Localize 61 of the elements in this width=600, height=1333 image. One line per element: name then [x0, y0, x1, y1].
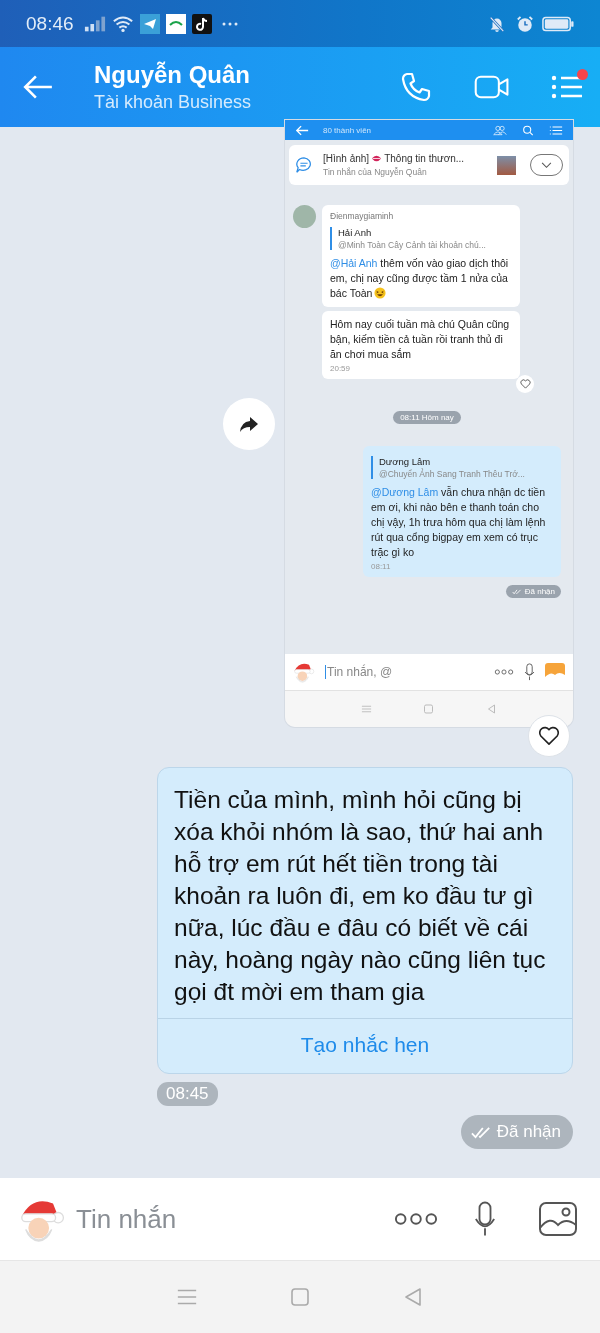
quoted-name: Hải Anh	[338, 227, 373, 238]
expand-button[interactable]	[530, 154, 563, 176]
back-arrow-icon	[295, 124, 309, 136]
message-input-field[interactable]: Tin nhắn, @	[325, 665, 484, 679]
account-type: Tài khoản Business	[94, 92, 253, 113]
microphone-icon	[524, 663, 535, 681]
status-time: 08:46	[26, 12, 74, 35]
speech-bubble-icon	[295, 156, 313, 174]
search-icon	[521, 124, 535, 136]
heart-icon	[519, 379, 531, 389]
message-text: Tiền của mình, mình hỏi cũng bị xóa khỏi nhóm là sao, thứ hai anh hỗ trợ em rút hết tiền trong tài khoản ra luôn đi, em ko đầu tư gì nữa, lúc đầu e đâu có biết về cái này, hoàng ngày nào cũng liên tục gọi đt mời em tham gia	[173, 785, 547, 1007]
people-icon	[493, 124, 507, 136]
double-check-icon	[511, 588, 522, 595]
contact-name: Nguyễn Quân	[94, 61, 251, 89]
pinned-label: [Hình ảnh]	[323, 153, 370, 164]
pinned-subtitle: Tin nhắn của Nguyễn Quân	[323, 167, 428, 177]
chevron-down-icon	[541, 161, 552, 169]
paper-plane-icon	[139, 13, 160, 34]
quoted-text: @Chuyển Ảnh Sang Tranh Thêu Trớ...	[379, 469, 526, 479]
message-time: 08:45	[157, 1082, 218, 1106]
heart-icon	[538, 726, 560, 746]
app-icon	[165, 13, 186, 34]
signal-icon	[83, 14, 106, 33]
member-count: 80 thành viên	[323, 125, 373, 135]
back-arrow-icon	[22, 74, 54, 100]
quoted-text: @Minh Toàn Cây Cảnh tài khoản chú...	[338, 240, 487, 250]
status-text: Đã nhận	[496, 1122, 561, 1142]
microphone-icon[interactable]	[474, 1200, 496, 1238]
battery-icon	[542, 15, 574, 32]
square-icon	[423, 704, 435, 714]
double-check-icon	[470, 1125, 491, 1139]
back-button[interactable]	[22, 74, 54, 100]
message-text: @Dương Lâm vẫn chưa nhận dc tiền em ơi, khi nào bên e thanh toán cho chị vậy, 1h trưa hôm qua chị làm lệnh rút qua cổng bigpay em xem có trục trặc gì ko	[371, 485, 547, 560]
create-reminder-button[interactable]: Tạo nhắc hẹn	[158, 1018, 572, 1073]
message-text: @Hải Anh thêm vốn vào giao dịch thôi em, chị nay cũng được tầm 1 nửa của bác Toàn	[330, 256, 510, 301]
message-time: 20:59	[330, 364, 352, 373]
sender-name: Đienmaygiaminh	[330, 211, 395, 221]
home-square-icon[interactable]	[289, 1287, 311, 1307]
status-text: Đã nhận	[524, 587, 555, 596]
image-icon	[545, 663, 565, 681]
more-icon	[494, 668, 514, 676]
date-divider: 08:11 Hôm nay	[393, 411, 461, 424]
forward-button[interactable]	[223, 397, 275, 450]
message-input-field[interactable]: Tin nhắn	[76, 1203, 394, 1235]
back-triangle-icon	[486, 704, 498, 714]
menu-icon	[360, 704, 372, 714]
photo-placeholder	[497, 155, 516, 175]
more-icon	[221, 21, 238, 26]
more-icon[interactable]	[394, 1212, 438, 1226]
menu-icon	[549, 124, 563, 136]
wifi-icon	[111, 14, 134, 33]
menu-icon[interactable]	[175, 1287, 198, 1307]
react-button[interactable]	[528, 715, 570, 757]
music-note-icon	[191, 13, 212, 34]
lips-icon	[371, 154, 383, 163]
pinned-title: Thông tin thươn...	[384, 153, 465, 164]
image-icon[interactable]	[538, 1201, 578, 1237]
avatar	[293, 205, 316, 228]
message-text: Hôm nay cuối tuần mà chú Quân cũng bận, kiếm tiền cả tuần rồi tranh thủ đi ăn chơi mua sắm	[330, 317, 511, 362]
message-time: 08:11	[371, 562, 392, 571]
quoted-name: Dương Lâm	[379, 456, 432, 467]
